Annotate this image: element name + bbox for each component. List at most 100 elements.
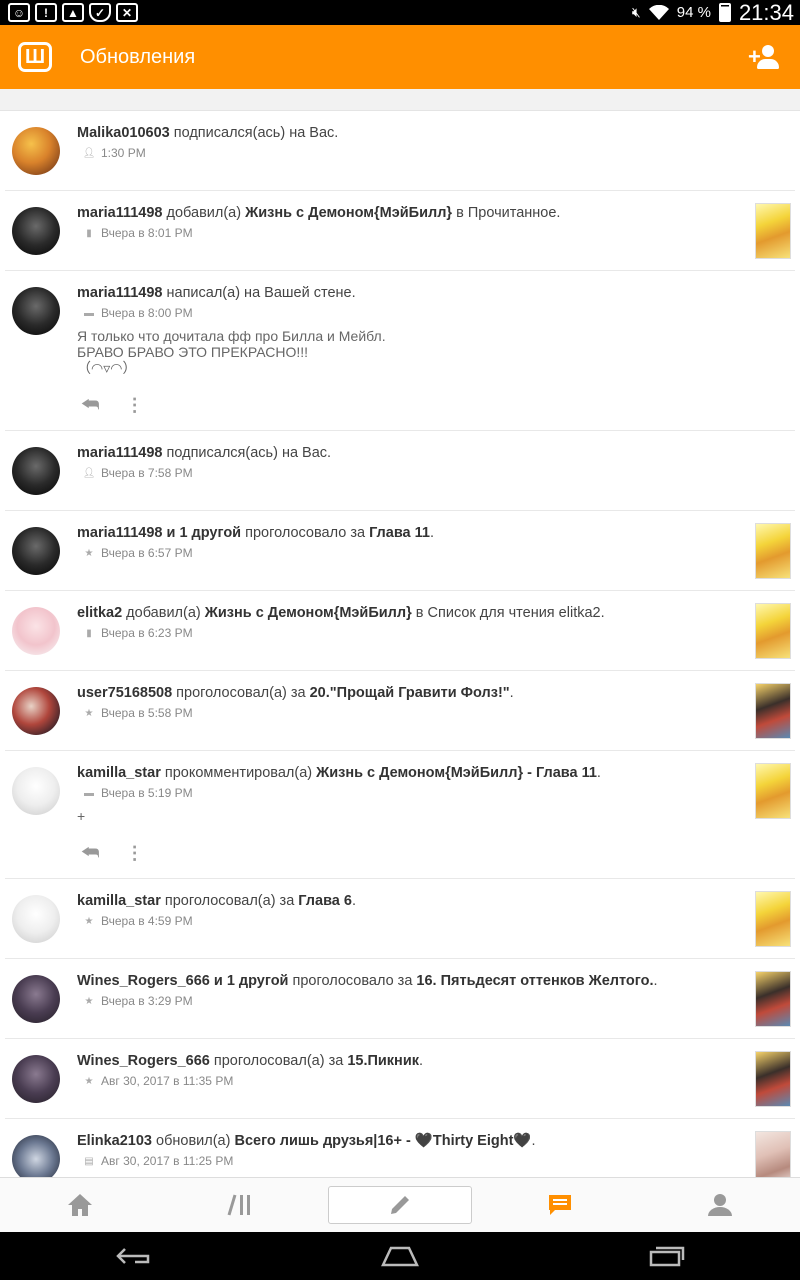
feed-item[interactable]: Malika010603 подписался(ась) на Вас. 👤︎ 1:… — [5, 111, 795, 191]
story-link[interactable]: Жизнь с Демоном{МэйБилл} - Глава 11 — [316, 765, 597, 781]
story-cover-thumbnail[interactable] — [755, 891, 791, 947]
username-link[interactable]: maria111498 — [77, 285, 162, 301]
username-link[interactable]: kamilla_star — [77, 765, 161, 781]
avatar[interactable] — [12, 607, 60, 655]
avatar[interactable] — [12, 687, 60, 735]
username-link[interactable]: maria111498 — [77, 445, 162, 461]
timestamp: Вчера в 8:01 PM — [101, 226, 193, 240]
feed-item[interactable]: maria111498 добавил(а) Жизнь с Демоном{М… — [5, 191, 795, 271]
story-cover-thumbnail[interactable] — [755, 763, 791, 819]
avatar[interactable] — [12, 895, 60, 943]
feed-item-text: maria111498 и 1 другой проголосовало за … — [77, 524, 735, 543]
battery-icon — [718, 3, 731, 22]
feed-item[interactable]: kamilla_star прокомментировал(а) Жизнь с… — [5, 751, 795, 879]
reply-icon[interactable]: ⮪ — [81, 842, 100, 865]
avatar[interactable] — [12, 287, 60, 335]
username-link[interactable]: Wines_Rogers_666 — [77, 1053, 210, 1069]
reply-icon[interactable]: ⮪ — [81, 394, 100, 417]
app-root: ☺ ! ▲ ✓ ✕ 🔇︎ 94 % 21:34 Ш Обновления + M… — [0, 0, 800, 1280]
username-link[interactable]: user75168508 — [77, 685, 172, 701]
comment-icon: ▬ — [84, 787, 94, 799]
story-link[interactable]: Всего лишь друзья|16+ - 🖤Thirty Eight🖤 — [234, 1133, 531, 1149]
calc-icon: ✕ — [116, 3, 138, 22]
feed-item-meta: ★ Вчера в 3:29 PM — [77, 994, 735, 1008]
nav-messages-button[interactable] — [480, 1178, 640, 1233]
story-link[interactable]: 20."Прощай Гравити Фолз!" — [310, 685, 510, 701]
star-icon: ★ — [84, 1075, 94, 1087]
feed-item-text: Malika010603 подписался(ась) на Вас. — [77, 124, 735, 143]
feed-item-text: maria111498 добавил(а) Жизнь с Демоном{М… — [77, 204, 735, 223]
feed-item-meta: 👤︎ Вчера в 7:58 PM — [77, 466, 735, 480]
feed-item-text: user75168508 проголосовал(а) за 20."Прощ… — [77, 684, 735, 703]
avatar[interactable] — [12, 975, 60, 1023]
username-link[interactable]: Malika010603 — [77, 125, 170, 141]
username-link[interactable]: elitka2 — [77, 605, 122, 621]
activity-feed[interactable]: Malika010603 подписался(ась) на Вас. 👤︎ 1:… — [0, 111, 800, 1177]
feed-item[interactable]: kamilla_star проголосовал(а) за Глава 6.… — [5, 879, 795, 959]
story-link[interactable]: Жизнь с Демоном{МэйБилл} — [245, 205, 452, 221]
story-link[interactable]: 15.Пикник — [347, 1053, 419, 1069]
action-text: подписался(ась) на Вас. — [169, 125, 339, 141]
profile-icon — [708, 1194, 732, 1216]
page-title: Обновления — [80, 45, 196, 68]
story-link[interactable]: Глава 11 — [369, 525, 430, 541]
nav-library-button[interactable] — [160, 1178, 320, 1233]
messages-icon — [549, 1195, 571, 1215]
username-link[interactable]: Wines_Rogers_666 и 1 другой — [77, 973, 288, 989]
story-cover-thumbnail[interactable] — [755, 1131, 791, 1177]
recents-icon[interactable] — [649, 1245, 685, 1267]
feed-separator — [0, 89, 800, 111]
wattpad-logo-icon[interactable]: Ш — [18, 42, 52, 72]
avatar[interactable] — [12, 447, 60, 495]
story-link[interactable]: Жизнь с Демоном{МэйБилл} — [205, 605, 412, 621]
feed-item[interactable]: elitka2 добавил(а) Жизнь с Демоном{МэйБи… — [5, 591, 795, 671]
feed-item[interactable]: Elinka2103 обновил(а) Всего лишь друзья|… — [5, 1119, 795, 1177]
star-icon: ★ — [84, 707, 94, 719]
story-cover-thumbnail[interactable] — [755, 971, 791, 1027]
nav-write-button[interactable] — [320, 1178, 480, 1233]
nav-profile-button[interactable] — [640, 1178, 800, 1233]
back-icon[interactable] — [115, 1246, 151, 1266]
story-cover-thumbnail[interactable] — [755, 603, 791, 659]
avatar[interactable] — [12, 1135, 60, 1177]
feed-item[interactable]: maria111498 написал(а) на Вашей стене. ▬ В… — [5, 271, 795, 431]
wall-message: Я только что дочитала фф про Билла и Мей… — [77, 328, 386, 376]
action-text: добавил(а) — [162, 205, 246, 221]
more-options-icon[interactable]: ⋮ — [126, 843, 144, 864]
nav-home-button[interactable] — [0, 1178, 160, 1233]
timestamp: Вчера в 7:58 PM — [101, 466, 193, 480]
feed-item[interactable]: Wines_Rogers_666 и 1 другой проголосовал… — [5, 959, 795, 1039]
message-actions: ⮪ ⋮ — [81, 392, 735, 418]
story-cover-thumbnail[interactable] — [755, 203, 791, 259]
story-link[interactable]: Глава 6 — [298, 893, 352, 909]
avatar[interactable] — [12, 527, 60, 575]
pencil-icon — [391, 1196, 409, 1214]
status-bar: ☺ ! ▲ ✓ ✕ 🔇︎ 94 % 21:34 — [0, 0, 800, 25]
clock: 21:34 — [738, 0, 794, 25]
avatar[interactable] — [12, 1055, 60, 1103]
feed-item[interactable]: Wines_Rogers_666 проголосовал(а) за 15.П… — [5, 1039, 795, 1119]
story-cover-thumbnail[interactable] — [755, 683, 791, 739]
action-text: проголосовал(а) за — [160, 893, 299, 909]
story-cover-thumbnail[interactable] — [755, 523, 791, 579]
star-icon: ★ — [84, 915, 94, 927]
feed-item[interactable]: user75168508 проголосовал(а) за 20."Прощ… — [5, 671, 795, 751]
home-icon — [68, 1194, 92, 1216]
avatar[interactable] — [12, 767, 60, 815]
feed-item-meta: ▬ Вчера в 5:19 PM — [77, 786, 735, 800]
story-link[interactable]: 16. Пятьдесят оттенков Желтого. — [416, 973, 653, 989]
add-friend-icon[interactable]: + — [748, 43, 780, 71]
feed-item[interactable]: maria111498 и 1 другой проголосовало за … — [5, 511, 795, 591]
avatar[interactable] — [12, 127, 60, 175]
action-text: проголосовал(а) за — [172, 685, 310, 701]
username-link[interactable]: kamilla_star — [77, 893, 161, 909]
username-link[interactable]: Elinka2103 — [77, 1133, 152, 1149]
avatar[interactable] — [12, 207, 60, 255]
home-sys-icon[interactable] — [381, 1245, 419, 1267]
username-link[interactable]: maria111498 — [77, 205, 162, 221]
story-cover-thumbnail[interactable] — [755, 1051, 791, 1107]
timestamp: Вчера в 3:29 PM — [101, 994, 193, 1008]
more-options-icon[interactable]: ⋮ — [126, 395, 144, 416]
username-link[interactable]: maria111498 и 1 другой — [77, 525, 241, 541]
feed-item[interactable]: maria111498 подписался(ась) на Вас. 👤︎ Вче… — [5, 431, 795, 511]
